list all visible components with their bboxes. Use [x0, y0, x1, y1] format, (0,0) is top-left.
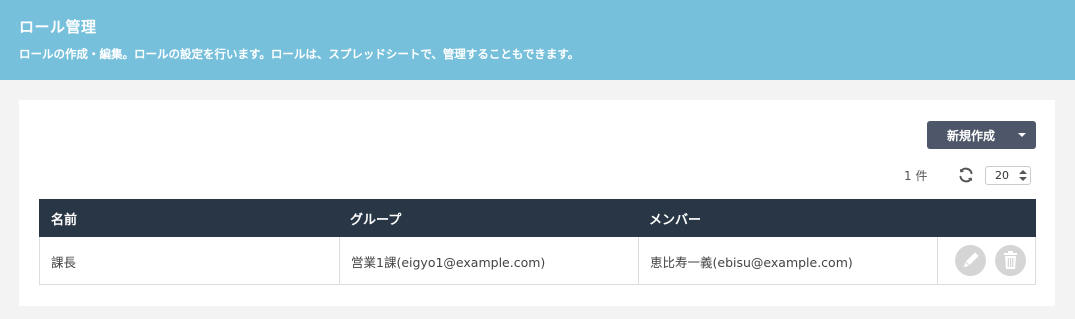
caret-down-icon[interactable] — [1007, 121, 1036, 149]
page-title: ロール管理 — [19, 18, 97, 36]
cell-name: 課長 — [51, 255, 77, 270]
pencil-icon — [963, 252, 979, 268]
cell-group: 営業1課(eigyo1@example.com) — [351, 255, 546, 270]
table-header: 名前 グループ メンバー — [39, 199, 1036, 237]
trash-icon — [1004, 251, 1017, 269]
column-header-name[interactable]: 名前 — [51, 209, 77, 228]
column-divider — [937, 237, 938, 284]
page-header: ロール管理 ロールの作成・編集。ロールの設定を行います。ロールは、スプレッドシー… — [0, 0, 1075, 80]
cell-member: 恵比寿一義(ebisu@example.com) — [650, 255, 853, 270]
per-page-select[interactable]: 20 — [985, 166, 1031, 185]
select-arrows-icon — [1019, 170, 1027, 181]
table-body: 課長 営業1課(eigyo1@example.com) 恵比寿一義(ebisu@… — [39, 237, 1036, 285]
delete-button[interactable] — [995, 245, 1026, 276]
roles-table: 名前 グループ メンバー 課長 営業1課(eigyo1@example.com)… — [39, 199, 1036, 285]
refresh-icon[interactable] — [958, 167, 974, 183]
edit-button[interactable] — [955, 245, 986, 276]
column-header-member[interactable]: メンバー — [649, 209, 701, 228]
column-header-group[interactable]: グループ — [350, 209, 401, 228]
column-divider — [339, 237, 340, 284]
page-description: ロールの作成・編集。ロールの設定を行います。ロールは、スプレッドシートで、管理す… — [19, 47, 580, 61]
new-create-label: 新規作成 — [947, 129, 996, 143]
new-create-button[interactable]: 新規作成 — [927, 121, 1036, 149]
table-row[interactable]: 課長 営業1課(eigyo1@example.com) 恵比寿一義(ebisu@… — [39, 237, 1036, 285]
column-divider — [638, 237, 639, 284]
record-count: 1 件 — [904, 169, 928, 183]
per-page-value: 20 — [995, 169, 1009, 182]
